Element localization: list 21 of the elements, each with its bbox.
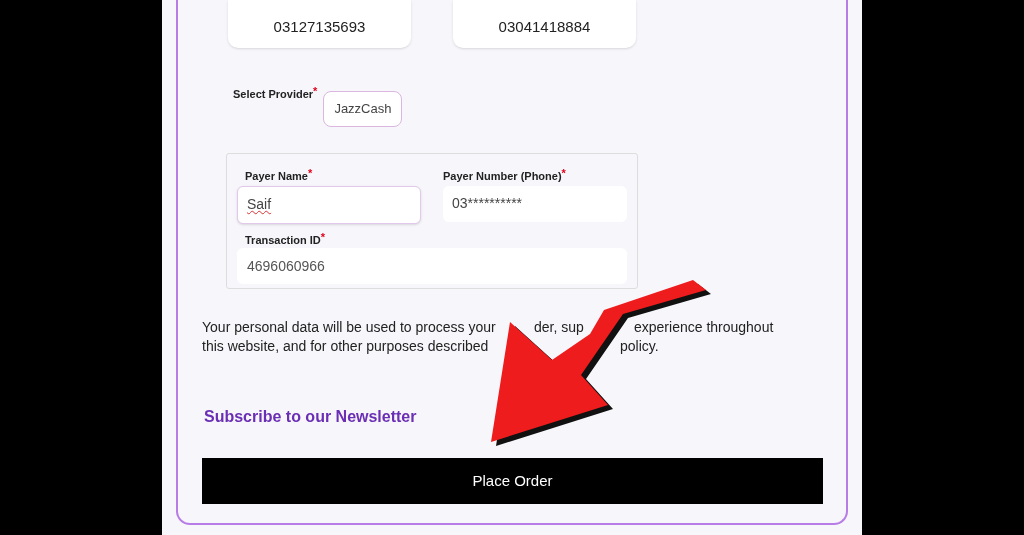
field-label: Transaction ID <box>245 232 321 248</box>
input-field[interactable]: Saif <box>237 185 421 224</box>
privacy-text: this website, and for other purposes described <box>202 338 489 354</box>
privacy-text: Your personal data will be used to process your <box>202 319 496 335</box>
place-order-button[interactable]: Place Order <box>202 458 823 504</box>
field-label: Select Provider <box>233 88 314 102</box>
required-mark: * <box>313 86 318 97</box>
field-label: Payer Number (Phone) <box>443 170 562 184</box>
input-field[interactable]: 4696060966 <box>237 248 627 284</box>
required-mark: * <box>561 168 566 179</box>
account-number-card: 03041418884 <box>453 0 636 48</box>
provider-option[interactable]: JazzCash <box>323 91 403 127</box>
account-number-card: 03127135693 <box>228 0 411 48</box>
field-label: Payer Name <box>245 170 308 184</box>
newsletter-link[interactable]: Subscribe to our Newsletter <box>204 405 417 429</box>
required-mark: * <box>320 231 326 243</box>
privacy-text: experience throughout <box>634 319 774 335</box>
privacy-text: der, sup <box>534 319 584 335</box>
input-field[interactable]: 03********** <box>443 185 627 222</box>
privacy-text: policy. <box>620 338 659 354</box>
required-mark: * <box>308 168 313 179</box>
